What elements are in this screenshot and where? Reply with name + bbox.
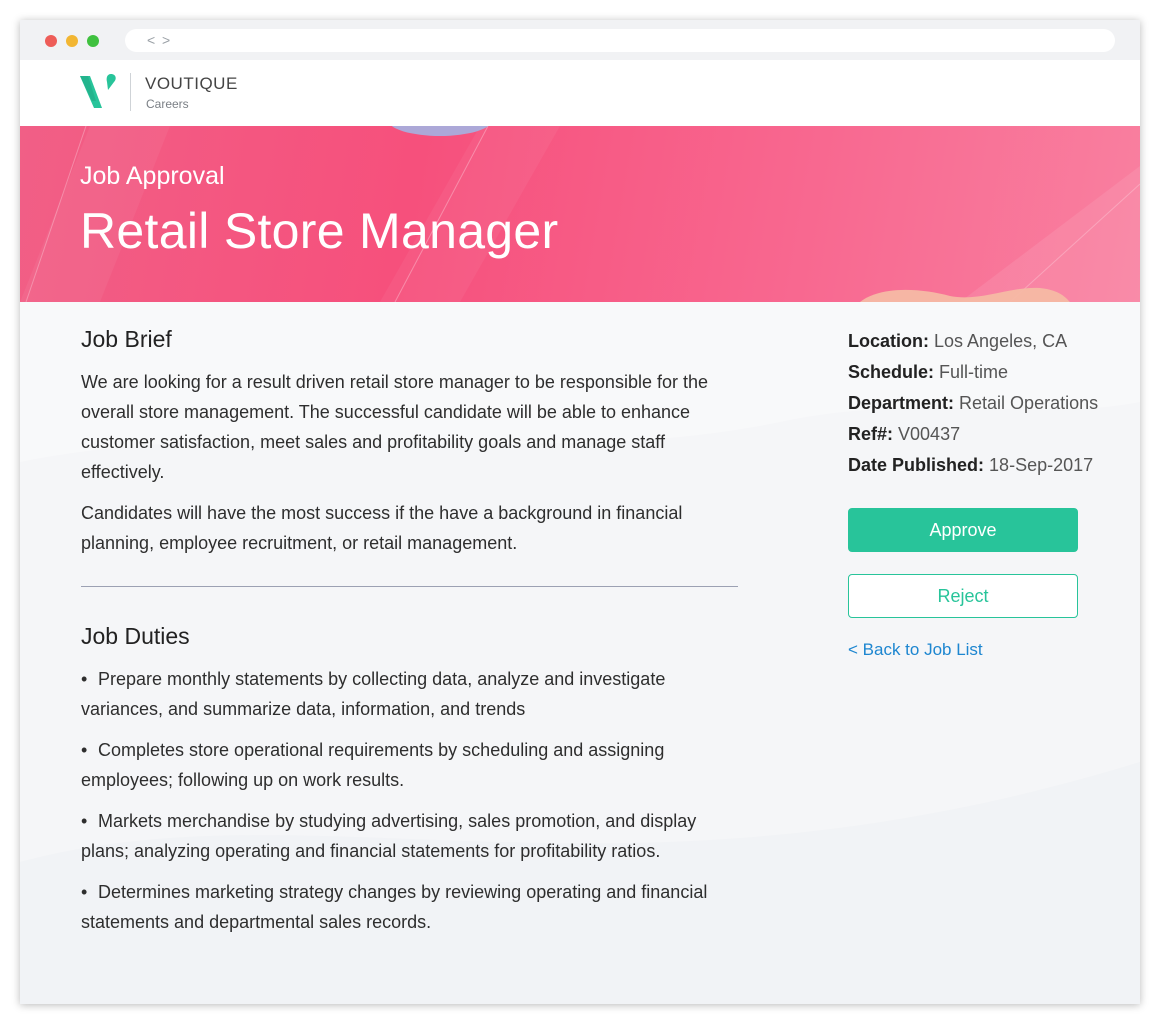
location-label: Location: [848, 331, 929, 351]
section-divider [81, 586, 738, 587]
duty-list-item: • Markets merchandise by studying adverti… [81, 806, 741, 866]
brand-subtitle: Careers [146, 97, 189, 111]
job-title: Retail Store Manager [80, 203, 559, 259]
bullet-icon: • [81, 811, 88, 831]
department-value: Retail Operations [959, 393, 1099, 413]
ref-label: Ref#: [848, 424, 894, 444]
back-arrow-icon[interactable]: < [147, 31, 155, 49]
ref-row: Ref#: V00437 [848, 419, 1138, 450]
site-header: VOUTIQUE Careers [20, 60, 1140, 126]
duty-list-item: • Prepare monthly statements by collectin… [81, 664, 741, 724]
schedule-value: Full-time [939, 362, 1009, 382]
department-label: Department: [848, 393, 955, 413]
forward-arrow-icon[interactable]: > [162, 31, 170, 49]
bullet-icon: • [81, 740, 88, 760]
content-area: Job Brief We are looking for a result dr… [20, 302, 1140, 1004]
job-description-column: Job Brief We are looking for a result dr… [81, 326, 741, 948]
job-banner: Job Approval Retail Store Manager [20, 126, 1140, 302]
job-brief-paragraph: We are looking for a result driven retai… [81, 372, 708, 482]
duty-text: Prepare monthly statements by collecting… [81, 669, 666, 719]
reject-button[interactable]: Reject [848, 574, 1078, 618]
browser-window: < > VOUTIQUE Careers Job Approval Retail… [20, 20, 1140, 1004]
schedule-label: Schedule: [848, 362, 935, 382]
job-brief-paragraph: Candidates will have the most success if… [81, 503, 683, 553]
location-value: Los Angeles, CA [934, 331, 1068, 351]
bullet-icon: • [81, 882, 88, 902]
close-window-button[interactable] [45, 35, 57, 47]
schedule-row: Schedule: Full-time [848, 357, 1138, 388]
address-bar[interactable]: < > [125, 29, 1115, 52]
voutique-logo-icon[interactable] [80, 73, 118, 113]
date-published-label: Date Published: [848, 455, 985, 475]
bullet-icon: • [81, 669, 88, 689]
minimize-window-button[interactable] [66, 35, 78, 47]
duty-text: Determines marketing strategy changes by… [81, 882, 708, 932]
job-brief-heading: Job Brief [81, 326, 172, 352]
department-row: Department: Retail Operations [848, 388, 1138, 419]
maximize-window-button[interactable] [87, 35, 99, 47]
ref-value: V00437 [898, 424, 961, 444]
banner-kicker: Job Approval [80, 162, 225, 190]
date-published-value: 18-Sep-2017 [989, 455, 1094, 475]
logo-divider [130, 73, 131, 111]
browser-chrome: < > [20, 20, 1140, 60]
job-duties-heading: Job Duties [81, 623, 190, 649]
location-row: Location: Los Angeles, CA [848, 326, 1138, 357]
brand-name: VOUTIQUE [145, 74, 238, 93]
duty-text: Completes store operational requirements… [81, 740, 665, 790]
approve-button[interactable]: Approve [848, 508, 1078, 552]
duty-list-item: • Completes store operational requirement… [81, 735, 741, 795]
duty-list-item: • Determines marketing strategy changes b… [81, 877, 741, 937]
job-details-sidebar: Location: Los Angeles, CA Schedule: Full… [848, 326, 1138, 659]
date-published-row: Date Published: 18-Sep-2017 [848, 450, 1138, 481]
back-to-job-list-link[interactable]: < Back to Job List [848, 640, 983, 660]
duty-text: Markets merchandise by studying advertis… [81, 811, 697, 861]
